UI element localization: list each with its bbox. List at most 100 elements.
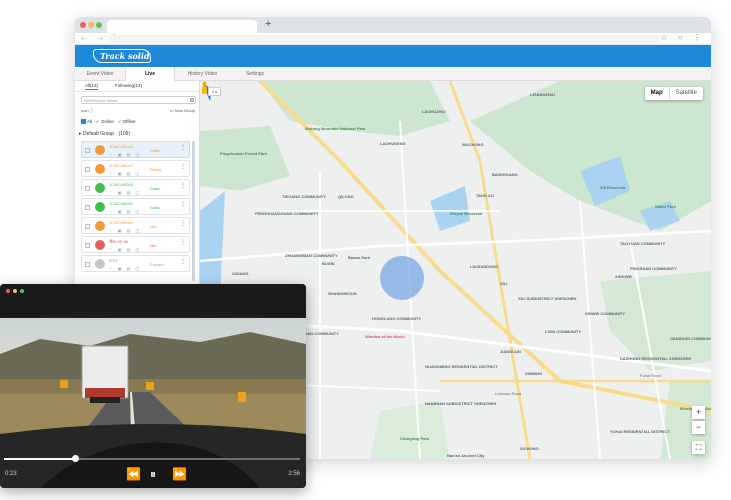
tab-settings[interactable]: Settings	[230, 67, 280, 81]
tab-event-video[interactable]: Event Video	[75, 67, 125, 81]
pegman-icon[interactable]	[200, 81, 209, 94]
video-progress-bar[interactable]	[4, 455, 300, 462]
map-place-label: Fuhai Road	[640, 373, 661, 378]
close-window-icon[interactable]	[80, 22, 86, 28]
device-status: Riding	[150, 167, 162, 172]
zoom-in-button[interactable]: +	[692, 406, 705, 419]
device-row[interactable]: 粤B-HE 66 ♡ ▣ ▤ ◫ Idle ⋮	[81, 236, 190, 253]
map-place-label: Shiyan Reservoir	[450, 211, 483, 216]
video-player[interactable]: 0:23 2:56 ⏪ ⏸ ⏩	[0, 284, 306, 488]
subtab-all[interactable]: All(13)	[85, 83, 99, 90]
map-type-map-button[interactable]: Map	[645, 87, 669, 100]
more-options-icon[interactable]: ⋮	[180, 259, 186, 265]
device-status: Idle	[150, 224, 157, 229]
browser-menu-icon[interactable]: ☆ ○ ⋮	[661, 33, 705, 42]
device-checkbox[interactable]	[85, 148, 90, 153]
group-count: (109)	[118, 131, 131, 137]
vehicle-icon	[95, 202, 105, 212]
device-checkbox[interactable]	[85, 262, 90, 267]
new-tab-icon[interactable]: +	[265, 18, 271, 30]
device-name[interactable]: IEEE	[109, 258, 118, 263]
maximize-window-icon[interactable]	[96, 22, 102, 28]
device-search-input[interactable]: IMEI/Device Name	[81, 96, 196, 104]
device-name[interactable]: JC400-80002	[109, 220, 133, 225]
map-place-label: XINMING	[525, 371, 543, 376]
device-row[interactable]: JC400-80003 ♡ ▣ ▤ ◫ Static ⋮	[81, 179, 190, 196]
video-minimize-icon[interactable]	[13, 289, 17, 293]
device-checkbox[interactable]	[85, 205, 90, 210]
device-checkbox[interactable]	[85, 243, 90, 248]
device-row[interactable]: JC400-80001 ♡ ▣ ▤ ◫ Static ⋮	[81, 198, 190, 215]
filter-online-label: Online	[100, 119, 114, 124]
more-options-icon[interactable]: ⋮	[180, 183, 186, 189]
device-checkbox[interactable]	[85, 224, 90, 229]
more-options-icon[interactable]: ⋮	[180, 240, 186, 246]
device-name[interactable]: 粤B-HE 66	[109, 239, 128, 245]
scrollbar[interactable]	[192, 141, 195, 281]
device-actions-icon[interactable]: ♡ ▣ ▤ ◫	[109, 171, 141, 176]
device-name[interactable]: JC400-80001	[109, 201, 133, 206]
filter-offline-check-icon[interactable]: ✓	[118, 119, 122, 124]
more-options-icon[interactable]: ⋮	[180, 164, 186, 170]
map-place-label: ZHUANGBIAN COMMUNITY	[285, 253, 338, 258]
device-name[interactable]: JC400-80003	[109, 182, 133, 187]
browser-tabstrip: +	[75, 17, 711, 33]
device-row[interactable]: IEEE ♡ ▣ ▤ ◫ Expired ⋮	[81, 255, 190, 272]
map-place-label: QILONG	[338, 194, 354, 199]
video-maximize-icon[interactable]	[20, 289, 24, 293]
fullscreen-button[interactable]: ⛶	[692, 441, 705, 454]
icon-toggle[interactable]: Icon ⓘ	[81, 108, 94, 114]
device-actions-icon[interactable]: ♡ ▣ ▤ ◫	[109, 209, 141, 214]
rewind-icon[interactable]: ⏪	[126, 467, 141, 481]
device-row[interactable]: JC400-80047 ♡ ▣ ▤ ◫ Riding ⋮	[81, 160, 190, 177]
map-place-label: Baoan Park	[348, 255, 371, 260]
device-name[interactable]: JC400-80044	[109, 144, 133, 149]
minimize-window-icon[interactable]	[88, 22, 94, 28]
map-type-satellite-button[interactable]: Satellite	[668, 87, 703, 100]
map-place-label: LIUXIANDONG	[470, 264, 498, 269]
device-row[interactable]: JC400-80002 ♡ ▣ ▤ ◫ Idle ⋮	[81, 217, 190, 234]
group-header[interactable]: ▸ Default Group (109)	[79, 131, 130, 137]
device-actions-icon[interactable]: ♡ ▣ ▤ ◫	[109, 190, 141, 195]
map-place-label: NANSHAN COMMUNITY	[670, 336, 711, 341]
group-label: Default Group	[82, 131, 115, 137]
search-icon[interactable]	[190, 98, 194, 102]
device-status: Expired	[150, 262, 164, 267]
browser-tab[interactable]	[107, 20, 257, 33]
map-scale-button[interactable]: 2 s	[208, 87, 221, 96]
device-actions-icon[interactable]: ♡ ▣ ▤ ◫	[109, 247, 141, 252]
more-options-icon[interactable]: ⋮	[180, 145, 186, 151]
vehicle-icon	[95, 145, 105, 155]
map-place-label: NANSHAN SUBDISTRICT SHENZHEN	[425, 401, 497, 406]
video-close-icon[interactable]	[6, 289, 10, 293]
device-actions-icon[interactable]: ♡ ▣ ▤ ◫	[109, 228, 141, 233]
pause-icon[interactable]: ⏸	[150, 467, 156, 482]
url-input[interactable]	[110, 35, 660, 43]
new-group-button[interactable]: ▭ New Group	[170, 108, 195, 113]
device-checkbox[interactable]	[85, 167, 90, 172]
fast-forward-icon[interactable]: ⏩	[172, 467, 187, 481]
tab-live[interactable]: Live	[125, 67, 175, 81]
video-progress-fill	[4, 458, 76, 460]
app-header: Track solid	[75, 45, 711, 67]
map-place-label: YUHAI RESIDENTIAL DISTRICT	[610, 429, 670, 434]
app-tabs: Event Video Live History Video Settings	[75, 67, 711, 81]
map-place-label: Window of the World	[365, 334, 405, 339]
device-actions-icon[interactable]: ♡ ▣ ▤ ◫	[109, 266, 141, 271]
video-progress-knob[interactable]	[72, 455, 80, 462]
device-name[interactable]: JC400-80047	[109, 163, 133, 168]
subtab-following[interactable]: Following(13)	[115, 83, 142, 88]
filter-online-check-icon[interactable]: ✓	[96, 119, 100, 124]
tab-history-video[interactable]: History Video	[175, 67, 230, 81]
filter-all-label: All	[87, 119, 93, 124]
device-actions-icon[interactable]: ♡ ▣ ▤ ◫	[109, 152, 141, 157]
map-place-label: XILI	[500, 281, 508, 286]
device-row[interactable]: JC400-80044 ♡ ▣ ▤ ◫ Static ⋮	[81, 141, 190, 158]
more-options-icon[interactable]: ⋮	[180, 221, 186, 227]
device-subtabs: All(13) Following(13)	[75, 81, 199, 92]
device-checkbox[interactable]	[85, 186, 90, 191]
filter-all-checkbox[interactable]	[81, 119, 86, 125]
zoom-out-button[interactable]: −	[692, 421, 705, 434]
more-options-icon[interactable]: ⋮	[180, 202, 186, 208]
vehicle-icon	[95, 183, 105, 193]
